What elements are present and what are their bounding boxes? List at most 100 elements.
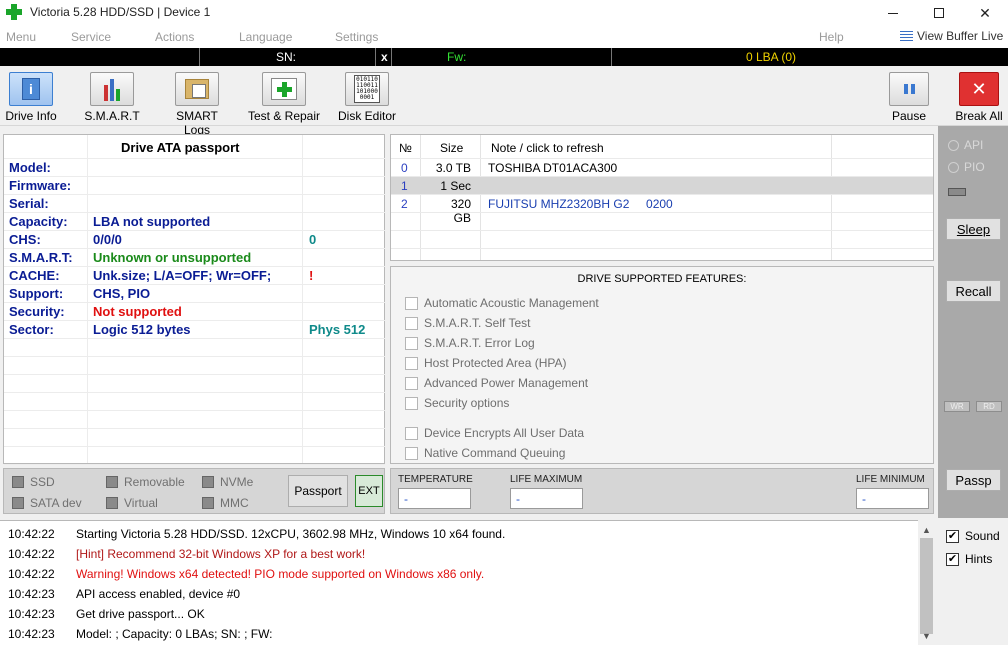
view-buffer-live[interactable]: View Buffer Live <box>900 29 1003 43</box>
menu-language[interactable]: Language <box>239 30 292 44</box>
passp-button[interactable]: Passp <box>946 469 1001 491</box>
passport-row: Firmware: <box>4 177 385 195</box>
device-row[interactable]: 2 320 GB FUJITSU MHZ2320BH G2 0200 <box>391 195 933 225</box>
log-line: 10:42:23 Get drive passport... OK <box>8 607 205 621</box>
passport-value: Logic 512 bytes <box>93 322 191 337</box>
break-all-button[interactable]: ✕ Break All <box>952 72 1006 123</box>
passport-label: S.M.A.R.T: <box>9 250 73 265</box>
menu-settings[interactable]: Settings <box>335 30 378 44</box>
life-maximum-value: - <box>510 488 583 509</box>
passport-extra: 0 <box>309 232 317 247</box>
scroll-up-icon[interactable]: ▲ <box>918 522 935 538</box>
feature-checkbox: Host Protected Area (HPA) <box>405 356 567 370</box>
passport-value: Not supported <box>93 304 182 319</box>
life-minimum-value: - <box>856 488 929 509</box>
maximize-button[interactable] <box>916 0 962 26</box>
feature-label: Advanced Power Management <box>424 376 589 390</box>
title-bar: Victoria 5.28 HDD/SSD | Device 1 ✕ <box>0 0 1008 26</box>
passport-value: CHS, PIO <box>93 286 151 301</box>
passport-row: Serial: <box>4 195 385 213</box>
read-indicator: RD <box>976 401 1002 412</box>
log-time: 10:42:23 <box>8 627 55 641</box>
passport-label: Support: <box>9 286 64 301</box>
test-repair-button[interactable]: Test & Repair <box>246 72 322 123</box>
temperature-value: - <box>398 488 471 509</box>
device-row[interactable]: 1 1 Sec <box>391 177 933 195</box>
passport-label: Serial: <box>9 196 49 211</box>
drive-info-button[interactable]: i Drive Info <box>4 72 58 123</box>
passport-label: CHS: <box>9 232 41 247</box>
passport-row: Capacity: LBA not supported <box>4 213 385 231</box>
drive-passport-panel: Drive ATA passport Model: Firmware: Serial… <box>3 134 385 465</box>
pause-label: Pause <box>891 109 927 123</box>
menu-service[interactable]: Service <box>71 30 111 44</box>
device-note: TOSHIBA DT01ACA300 <box>488 161 618 175</box>
feature-checkbox: S.M.A.R.T. Self Test <box>405 316 530 330</box>
smart-logs-label: SMART Logs <box>176 109 218 137</box>
log-time: 10:42:22 <box>8 527 55 541</box>
main-toolbar: i Drive Info S.M.A.R.T SMART Logs Test &… <box>0 66 1008 137</box>
device-size: 3.0 TB <box>435 161 471 175</box>
clear-serial-button[interactable]: x <box>381 50 388 64</box>
passport-value: Unknown or unsupported <box>93 250 252 265</box>
log-line: 10:42:22 Warning! Windows x64 detected! P… <box>8 567 484 581</box>
minimize-button[interactable] <box>870 0 916 26</box>
hints-checkbox[interactable]: ✔ Hints <box>946 552 992 566</box>
temperature-panel: TEMPERATURE - LIFE MAXIMUM - LIFE MINIMU… <box>390 468 934 514</box>
drive-info-label: Drive Info <box>5 109 57 123</box>
disk-editor-label: Disk Editor <box>337 109 396 123</box>
log-text: [Hint] Recommend 32-bit Windows XP for a… <box>76 547 366 561</box>
device-number: 0 <box>401 161 408 175</box>
drive-supported-features: DRIVE SUPPORTED FEATURES: Automatic Acou… <box>390 266 934 464</box>
scroll-down-icon[interactable]: ▼ <box>918 628 935 644</box>
sound-checkbox[interactable]: ✔ Sound <box>946 529 1000 543</box>
log-panel[interactable]: 10:42:22 Starting Victoria 5.28 HDD/SSD. … <box>0 520 935 645</box>
check-icon: ✔ <box>946 529 959 543</box>
log-text: Warning! Windows x64 detected! PIO mode … <box>76 567 485 581</box>
passport-value: Unk.size; L/A=OFF; Wr=OFF; <box>93 268 272 283</box>
feature-label: S.M.A.R.T. Error Log <box>424 336 535 350</box>
close-window-button[interactable]: ✕ <box>962 0 1008 26</box>
device-row[interactable]: 0 3.0 TB TOSHIBA DT01ACA300 <box>391 159 933 177</box>
log-scrollbar[interactable]: ▲ ▼ <box>918 520 935 645</box>
menu-help[interactable]: Help <box>819 30 844 44</box>
device-note: FUJITSU MHZ2320BH G2 0200 <box>488 197 673 211</box>
feature-checkbox: Native Command Queuing <box>405 446 565 460</box>
passport-extra: Phys 512 <box>309 322 366 337</box>
menu-menu[interactable]: Menu <box>6 30 36 44</box>
smart-logs-button[interactable]: SMART Logs <box>162 72 232 137</box>
logs-folder-icon <box>185 79 209 99</box>
passport-extra: ! <box>309 268 314 283</box>
passport-label: Sector: <box>9 322 54 337</box>
pio-radio[interactable]: PIO <box>948 160 985 174</box>
menu-bar: Menu Service Actions Language Settings H… <box>0 26 1008 48</box>
passport-row: Sector: Logic 512 bytes Phys 512 <box>4 321 385 339</box>
disk-editor-button[interactable]: 010110 110011 101000 0001 Disk Editor <box>337 72 397 123</box>
passport-row: CHS: 0/0/0 0 <box>4 231 385 249</box>
log-time: 10:42:23 <box>8 607 55 621</box>
nvme-indicator: NVMe <box>202 475 253 489</box>
life-minimum-label: LIFE MINIMUM <box>856 474 925 485</box>
passport-label: Security: <box>9 304 65 319</box>
feature-checkbox: Automatic Acoustic Management <box>405 296 599 310</box>
log-time: 10:42:23 <box>8 587 55 601</box>
api-radio[interactable]: API <box>948 138 983 152</box>
window-title: Victoria 5.28 HDD/SSD | Device 1 <box>30 5 211 19</box>
passport-button[interactable]: Passport <box>288 475 348 507</box>
lba-readout: 0 LBA (0) <box>746 50 797 64</box>
smart-icon <box>104 77 120 101</box>
sata-dev-indicator: SATA dev <box>12 496 82 510</box>
passport-row: CACHE: Unk.size; L/A=OFF; Wr=OFF;! <box>4 267 385 285</box>
pause-button[interactable]: Pause <box>886 72 932 123</box>
menu-actions[interactable]: Actions <box>155 30 194 44</box>
smart-button[interactable]: S.M.A.R.T <box>84 72 140 123</box>
log-line: 10:42:22 Starting Victoria 5.28 HDD/SSD. … <box>8 527 505 541</box>
passport-title: Drive ATA passport <box>121 140 240 155</box>
sleep-button[interactable]: Sleep <box>946 218 1001 240</box>
scroll-thumb[interactable] <box>920 538 933 634</box>
recall-button[interactable]: Recall <box>946 280 1001 302</box>
first-aid-icon <box>271 78 297 100</box>
ext-button[interactable]: EXT <box>355 475 383 507</box>
pause-icon <box>898 78 920 100</box>
firmware-label: Fw: <box>447 50 467 64</box>
